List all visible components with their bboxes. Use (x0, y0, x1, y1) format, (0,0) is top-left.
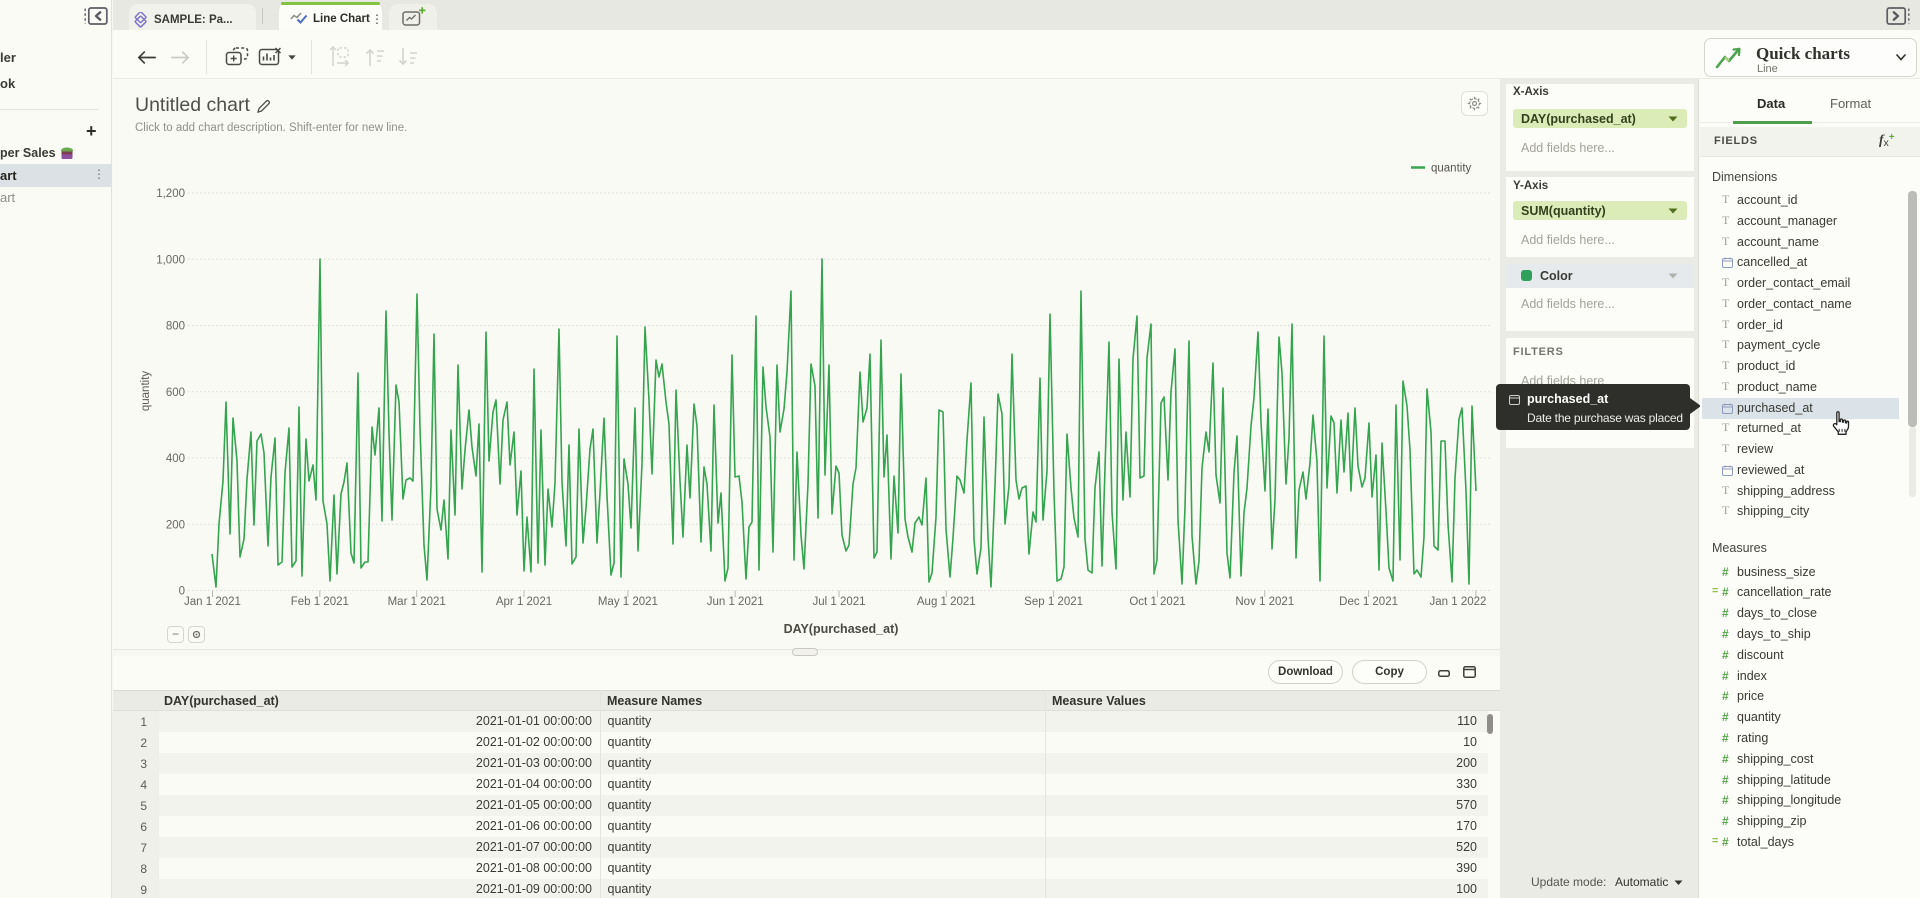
svg-text:Jan 1 2021: Jan 1 2021 (184, 596, 241, 608)
svg-text:Mar 1 2021: Mar 1 2021 (388, 596, 446, 608)
svg-text:Sep 1 2021: Sep 1 2021 (1024, 596, 1083, 608)
svg-text:Jul 1 2021: Jul 1 2021 (812, 596, 865, 608)
svg-text:Aug 1 2021: Aug 1 2021 (917, 596, 976, 608)
svg-text:1,000: 1,000 (156, 254, 185, 266)
svg-text:200: 200 (166, 519, 185, 531)
svg-text:Oct 1 2021: Oct 1 2021 (1129, 596, 1185, 608)
svg-text:Jun 1 2021: Jun 1 2021 (707, 596, 764, 608)
svg-text:Apr 1 2021: Apr 1 2021 (496, 596, 552, 608)
svg-text:Feb 1 2021: Feb 1 2021 (291, 596, 349, 608)
svg-text:600: 600 (166, 387, 185, 399)
svg-text:May 1 2021: May 1 2021 (598, 596, 658, 608)
svg-text:1,200: 1,200 (156, 188, 185, 200)
svg-text:quantity: quantity (1431, 163, 1472, 175)
svg-text:Nov 1 2021: Nov 1 2021 (1235, 596, 1294, 608)
svg-text:400: 400 (166, 453, 185, 465)
svg-text:DAY(purchased_at): DAY(purchased_at) (784, 622, 899, 636)
svg-text:Dec 1 2021: Dec 1 2021 (1339, 596, 1398, 608)
svg-text:quantity: quantity (140, 371, 152, 412)
svg-text:Jan 1 2022: Jan 1 2022 (1430, 596, 1487, 608)
svg-text:800: 800 (166, 321, 185, 333)
